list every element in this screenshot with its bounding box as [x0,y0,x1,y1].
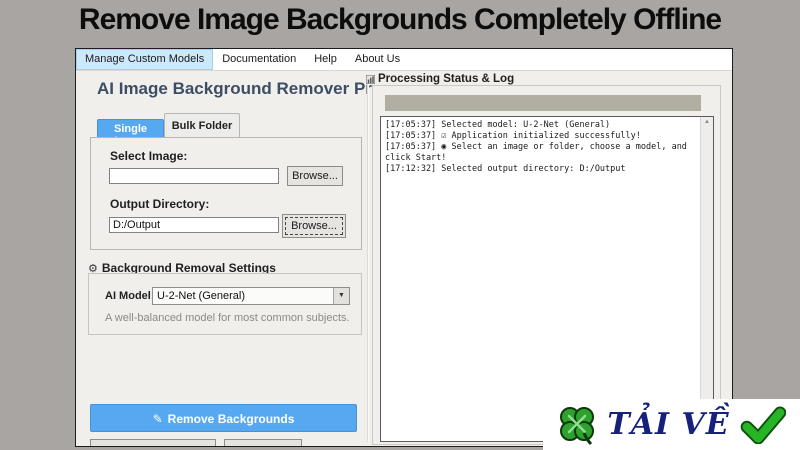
chart-icon [366,75,375,84]
ai-model-selected-value: U-2-Net (General) [157,290,246,302]
app-heading: AI Image Background Remover Pro [97,79,383,98]
select-image-label: Select Image: [110,149,188,163]
progress-bar [385,95,701,111]
log-output-box: [17:05:37] Selected model: U-2-Net (Gene… [380,116,714,442]
single-image-tab-panel: Select Image: Browse... Output Directory… [90,137,362,250]
app-window: Manage Custom Models Documentation Help … [75,48,733,447]
log-scrollbar[interactable]: ▲ [700,117,713,441]
page-title: Remove Image Backgrounds Completely Offl… [78,3,722,36]
open-output-folder-button[interactable]: Open Output Folder [90,439,216,446]
checkmark-icon [740,405,786,444]
output-directory-input[interactable] [109,217,279,233]
settings-panel: AI Model: U-2-Net (General) ▼ A well-bal… [88,273,362,335]
download-banner: TẢI VỀ [543,399,800,450]
log-text: [17:05:37] Selected model: U-2-Net (Gene… [385,120,693,174]
clear-log-button[interactable]: Clear Log [224,439,302,446]
wand-icon: ✎ [152,412,163,426]
image-path-input[interactable] [109,168,279,184]
output-directory-label: Output Directory: [110,197,210,211]
remove-backgrounds-button[interactable]: ✎ Remove Backgrounds [90,404,357,432]
tab-single-image[interactable]: Single Image [97,119,164,147]
log-panel: [17:05:37] Selected model: U-2-Net (Gene… [372,85,721,445]
menu-bar: Manage Custom Models Documentation Help … [76,49,732,71]
model-description: A well-balanced model for most common su… [105,312,350,324]
menu-item-help[interactable]: Help [305,49,346,70]
clover-icon [560,406,595,445]
ai-model-label: AI Model: [105,290,155,302]
browse-image-button[interactable]: Browse... [287,166,343,186]
remove-backgrounds-label: Remove Backgrounds [167,412,295,426]
browse-output-button[interactable]: Browse... [282,214,346,238]
download-label[interactable]: TẢI VỀ [607,407,729,442]
menu-item-about-us[interactable]: About Us [346,49,409,70]
ai-model-dropdown[interactable]: U-2-Net (General) ▼ [152,287,350,305]
menu-item-documentation[interactable]: Documentation [213,49,305,70]
menu-item-manage-custom-models[interactable]: Manage Custom Models [76,49,214,70]
panel-divider [367,77,369,442]
tab-bulk-folder[interactable]: Bulk Folder [164,113,240,138]
log-panel-title: Processing Status & Log [378,73,515,85]
chevron-down-icon[interactable]: ▼ [333,288,349,304]
scroll-up-icon[interactable]: ▲ [701,119,713,125]
